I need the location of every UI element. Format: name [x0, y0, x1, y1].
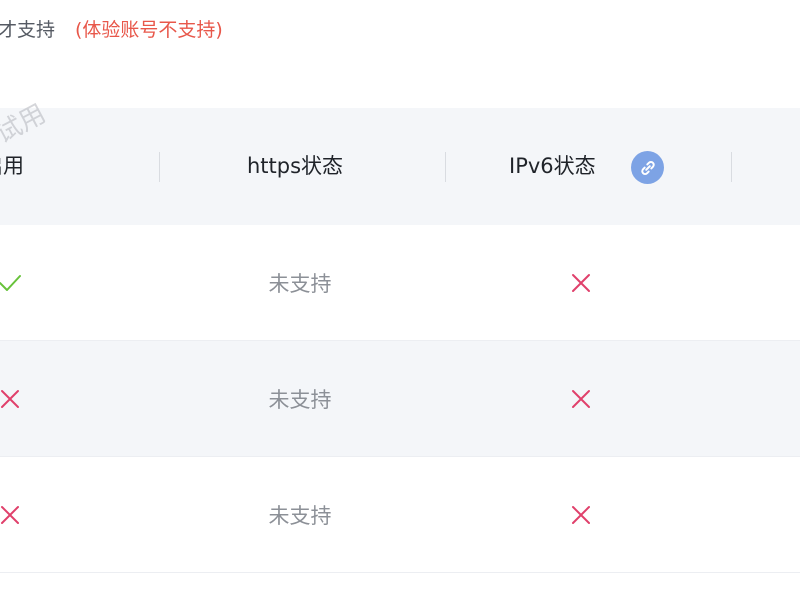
table-row: 未支持: [0, 457, 800, 573]
https-status-cell: 未支持: [268, 271, 332, 296]
cross-icon: [572, 389, 590, 408]
ipv6-status-cell: [560, 457, 602, 572]
https-status-cell: 未支持: [268, 387, 332, 412]
column-header-enabled: 启用: [0, 154, 24, 178]
page: 才支持 (体验账号不支持) 启用 https状态 IPv6状态 未支持: [0, 0, 800, 600]
column-header-ipv6: IPv6状态: [509, 154, 596, 178]
column-divider: [159, 152, 160, 182]
cross-icon: [572, 273, 590, 292]
notice-prefix: 才支持: [0, 19, 56, 41]
domain-table: 启用 https状态 IPv6状态 未支持: [0, 108, 800, 573]
cross-icon: [1, 505, 19, 524]
check-icon: [0, 274, 21, 291]
notice-warning: (体验账号不支持): [75, 19, 223, 41]
cross-icon: [572, 505, 590, 524]
https-status-cell: 未支持: [268, 503, 332, 528]
ipv6-status-cell: [560, 341, 602, 456]
column-divider: [445, 152, 446, 182]
table-row: 未支持: [0, 225, 800, 341]
table-row: 未支持: [0, 341, 800, 457]
notice-line: 才支持 (体验账号不支持): [0, 14, 223, 46]
column-divider: [731, 152, 732, 182]
column-header-https: https状态: [247, 154, 344, 178]
enabled-cell: [0, 341, 30, 456]
enabled-cell: [0, 457, 30, 572]
table-header: 启用 https状态 IPv6状态: [0, 108, 800, 225]
enabled-cell: [0, 225, 30, 340]
ipv6-status-cell: [560, 225, 602, 340]
link-icon[interactable]: [631, 151, 664, 184]
cross-icon: [1, 389, 19, 408]
